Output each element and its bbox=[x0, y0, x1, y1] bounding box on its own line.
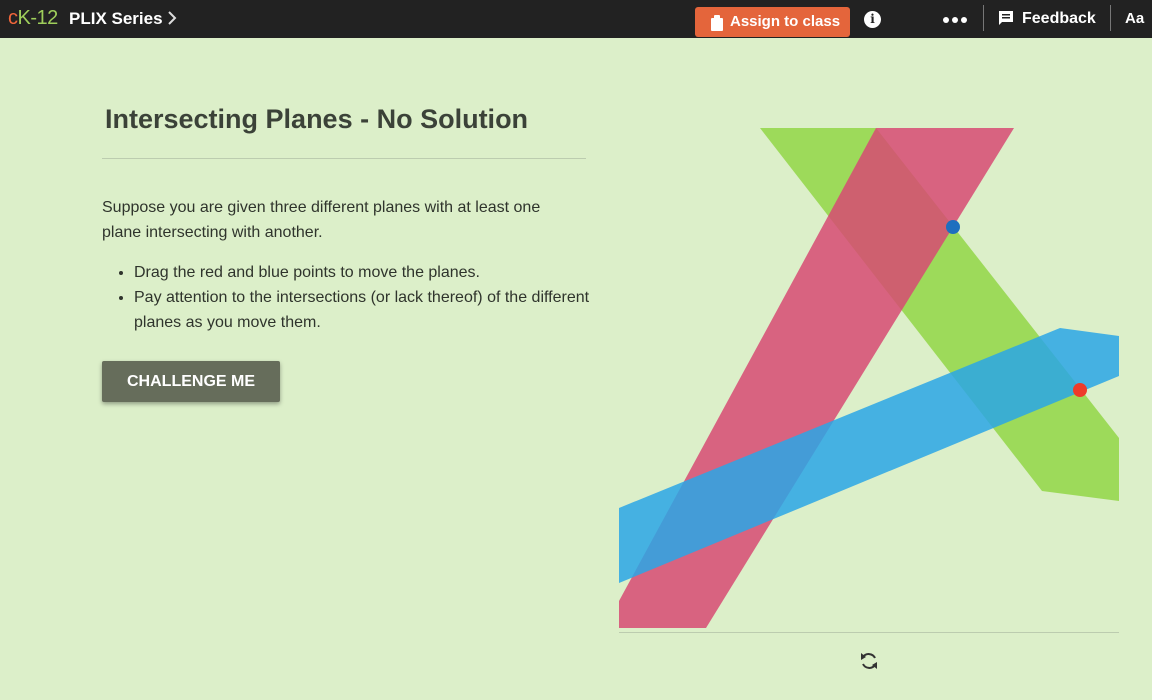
toolbar-divider bbox=[1110, 5, 1111, 31]
red-point-handle[interactable] bbox=[1073, 383, 1087, 397]
feedback-button[interactable]: Feedback bbox=[1022, 10, 1096, 28]
clipboard-icon bbox=[711, 15, 723, 31]
challenge-me-button[interactable]: CHALLENGE ME bbox=[102, 361, 280, 402]
assign-to-class-button[interactable]: Assign to class bbox=[695, 7, 850, 37]
instruction-item: Drag the red and blue points to move the… bbox=[134, 260, 604, 285]
intro-text: Suppose you are given three different pl… bbox=[102, 199, 541, 241]
plane-visualization[interactable] bbox=[619, 128, 1119, 628]
visualization-divider bbox=[619, 632, 1119, 633]
assign-label: Assign to class bbox=[730, 13, 841, 30]
feedback-icon[interactable] bbox=[998, 10, 1014, 26]
toolbar-divider bbox=[983, 5, 984, 31]
page-title: Intersecting Planes - No Solution bbox=[105, 104, 529, 134]
info-icon[interactable]: i bbox=[864, 11, 881, 28]
font-size-button[interactable]: Aa bbox=[1125, 10, 1144, 27]
blue-point-handle[interactable] bbox=[946, 220, 960, 234]
series-title[interactable]: PLIX Series bbox=[69, 9, 163, 29]
title-divider bbox=[102, 158, 586, 159]
chevron-right-icon[interactable] bbox=[166, 10, 178, 26]
refresh-icon[interactable] bbox=[859, 651, 879, 671]
top-bar: cK-12 PLIX Series Assign to class i Feed… bbox=[0, 0, 1152, 38]
instruction-item: Pay attention to the intersections (or l… bbox=[134, 285, 604, 335]
more-dots-icon[interactable] bbox=[942, 14, 968, 26]
ck12-logo[interactable]: cK-12 bbox=[8, 7, 58, 30]
instruction-list: Drag the red and blue points to move the… bbox=[102, 260, 604, 335]
